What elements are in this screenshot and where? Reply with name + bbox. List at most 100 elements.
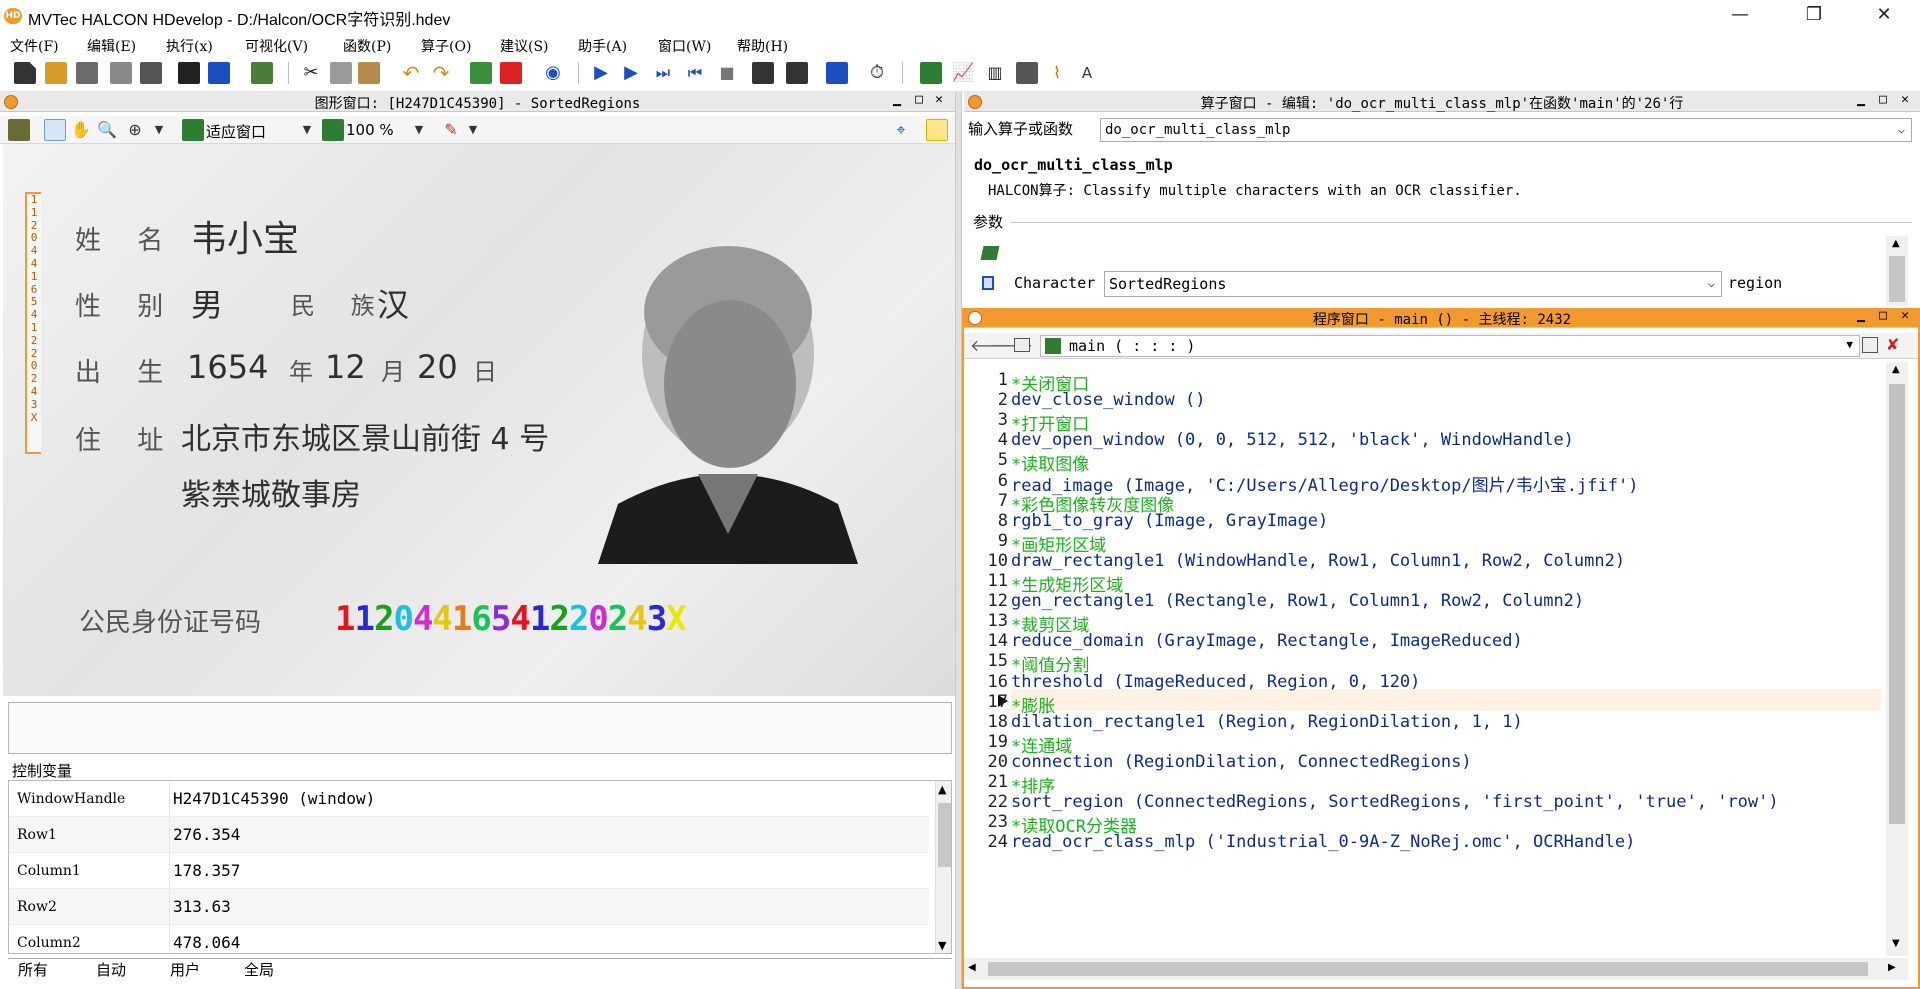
save-icon[interactable] [110,62,132,84]
feature-histogram-icon[interactable]: ▥ [984,62,1006,84]
draw-settings-dropdown-icon[interactable]: ▼ [462,119,484,141]
line-number[interactable]: 4 [964,430,1008,450]
zoom-percent-icon[interactable] [322,119,344,141]
code-statement[interactable]: reduce_domain (GrayImage, Rectangle, Ima… [1011,631,1523,651]
activate-icon[interactable] [470,62,492,84]
line-number[interactable]: 15 [964,651,1008,671]
line-number[interactable]: 16 [964,672,1008,692]
code-statement[interactable]: gen_rectangle1 (Rectangle, Row1, Column1… [1011,591,1584,611]
run-to-insert-cursor-icon[interactable]: ▶ [620,62,642,84]
scroll-down-icon[interactable]: ▼ [938,939,946,952]
edit-icon[interactable] [8,119,30,141]
open-file-icon[interactable] [45,62,67,84]
settings-icon[interactable] [251,62,273,84]
tab-all[interactable]: 所有 [18,959,48,979]
program-code-editor[interactable]: 1 *关闭窗口 2 dev_close_window () 3 *打开窗口 4 dev_ope… [964,362,1884,956]
chevron-down-icon[interactable]: ⌵ [1898,122,1905,136]
procedure-list-icon[interactable] [1014,338,1030,352]
line-number[interactable]: 1 [964,370,1008,390]
line-number[interactable]: 19 [964,732,1008,752]
reset-program-icon[interactable] [826,62,848,84]
code-statement[interactable]: connection (RegionDilation, ConnectedReg… [1011,752,1472,772]
line-number[interactable]: 7 [964,491,1008,511]
line-number[interactable]: 2 [964,390,1008,410]
line-number[interactable]: 22 [964,792,1008,812]
line-number[interactable]: 10 [964,551,1008,571]
line-number[interactable]: 23 [964,812,1008,832]
scrollbar-thumb[interactable] [988,962,1868,976]
parameter-mode-icon[interactable] [980,246,1000,260]
graphics-window-close[interactable]: ✕ [930,92,948,107]
code-statement[interactable]: dev_open_window (0, 0, 512, 512, 'black'… [1011,430,1574,450]
chevron-down-icon[interactable]: ⌵ [1708,276,1715,290]
line-number[interactable]: 18 [964,712,1008,732]
fit-window-icon[interactable] [182,119,204,141]
graphics-window-maximize[interactable]: □ [910,92,928,107]
line-number[interactable]: 5 [964,450,1008,470]
line-number[interactable]: 24 [964,832,1008,852]
code-statement[interactable]: dev_close_window () [1011,390,1205,410]
code-horizontal-scrollbar[interactable]: ◀ ▶ [964,958,1908,980]
code-statement[interactable]: dilation_rectangle1 (Region, RegionDilat… [1011,712,1523,732]
line-number[interactable]: 14 [964,631,1008,651]
zoom-icon[interactable]: ⊕ [124,119,146,141]
print-icon[interactable] [140,62,162,84]
scroll-up-icon[interactable]: ▲ [938,783,946,796]
close-button[interactable]: ✕ [1856,0,1912,32]
code-statement[interactable]: read_ocr_class_mlp ('Industrial_0-9A-Z_N… [1011,832,1635,852]
line-number[interactable]: 13 [964,611,1008,631]
menu-procedures[interactable]: 函数(P) [343,36,391,56]
zoom-dropdown-icon[interactable]: ▼ [148,119,170,141]
variable-row[interactable]: WindowHandle H247D1C45390 (window) [9,781,929,817]
menu-execute[interactable]: 执行(x) [166,36,213,56]
scroll-right-icon[interactable]: ▶ [1888,962,1896,973]
export-icon[interactable] [178,62,200,84]
scroll-down-icon[interactable]: ▼ [1892,938,1900,949]
graphics-canvas[interactable]: 姓 名 韦小宝 性 别 男 民 族 汉 出 生 1654 年 12 月 20 日… [3,144,956,696]
graphics-window-minimize[interactable]: ▁ [888,92,906,107]
code-statement[interactable]: rgb1_to_gray (Image, GrayImage) [1011,511,1328,531]
step-over-icon[interactable]: ⏭ [652,62,674,84]
maximize-button[interactable]: ❐ [1786,0,1842,32]
line-number[interactable]: 3 [964,410,1008,430]
variable-row[interactable]: Row2 313.63 [9,889,929,925]
code-statement[interactable]: sort_region (ConnectedRegions, SortedReg… [1011,792,1779,812]
program-options-icon[interactable] [1862,337,1878,353]
profiler-icon[interactable]: ⏱ [866,62,888,84]
line-number[interactable]: 8 [964,511,1008,531]
line-number[interactable]: 6 [964,471,1008,491]
undo-icon[interactable]: ↶ [400,62,422,84]
code-vertical-scrollbar[interactable]: ▲ ▼ [1886,362,1908,956]
scroll-up-icon[interactable]: ▲ [1892,364,1900,375]
tab-auto[interactable]: 自动 [96,959,126,979]
variable-row[interactable]: Column1 178.357 [9,853,929,889]
magnify-icon[interactable]: 🔍 [96,119,118,141]
menu-visualize[interactable]: 可视化(V) [245,36,308,56]
scroll-left-icon[interactable]: ◀ [968,962,976,973]
highlight-icon[interactable] [926,119,948,141]
chevron-down-icon[interactable]: ▼ [1846,338,1853,351]
image-inspect-icon[interactable] [920,62,942,84]
run-icon[interactable]: ▶ [590,62,612,84]
line-number[interactable]: 20 [964,752,1008,772]
cut-icon[interactable]: ✂ [300,62,322,84]
zoom-percent-label[interactable]: 100 % [346,121,394,139]
open-example-icon[interactable] [76,62,98,84]
line-number[interactable]: 11 [964,571,1008,591]
pane-splitter[interactable] [955,92,962,989]
param-character-select[interactable]: SortedRegions ⌵ [1104,271,1722,297]
program-window-minimize[interactable]: ▁ [1852,308,1870,323]
procedure-select[interactable]: main ( : : : ) ▼ [1040,335,1860,357]
line-number[interactable]: 9 [964,531,1008,551]
find-icon[interactable]: ◉ [542,62,564,84]
pointer-icon[interactable] [44,119,66,141]
import-icon[interactable] [208,62,230,84]
zoom-percent-dropdown-icon[interactable]: ▼ [408,119,430,141]
operator-scrollbar[interactable]: ▲ [1886,236,1908,306]
menu-window[interactable]: 窗口(W) [658,36,711,56]
scrollbar-thumb[interactable] [1889,256,1905,302]
menu-help[interactable]: 帮助(H) [737,36,788,56]
operator-window-close[interactable]: ✕ [1896,92,1914,107]
line-number[interactable]: 21 [964,772,1008,792]
fit-window-label[interactable]: 适应窗口 [206,121,266,142]
